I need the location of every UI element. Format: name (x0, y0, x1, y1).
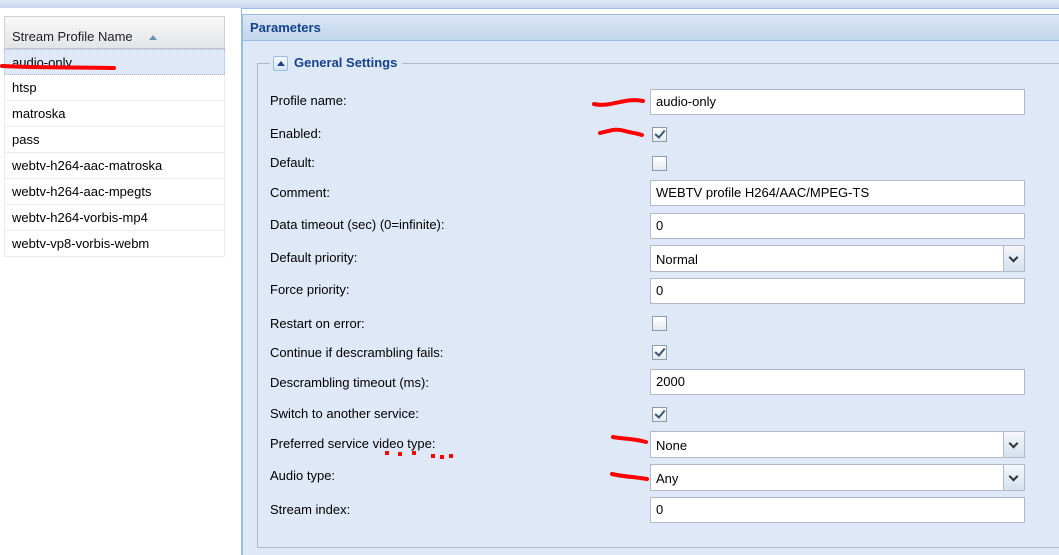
preferred-video-type-label: Preferred service video type: (270, 436, 436, 451)
parameters-header: Parameters (243, 14, 1059, 41)
fieldset-legend: General Settings (270, 54, 403, 74)
force-priority-input[interactable]: 0 (650, 278, 1025, 304)
switch-service-label: Switch to another service: (270, 406, 419, 421)
profile-name-label: Profile name: (270, 93, 347, 108)
switch-service-checkbox[interactable] (652, 407, 667, 422)
descrambling-timeout-input[interactable]: 2000 (650, 369, 1025, 395)
grid-row[interactable]: pass (4, 127, 225, 153)
row-label: matroska (12, 106, 66, 121)
row-label: pass (12, 132, 40, 147)
default-priority-label: Default priority: (270, 250, 358, 265)
comment-input[interactable]: WEBTV profile H264/AAC/MPEG-TS (650, 180, 1025, 206)
comment-label: Comment: (270, 185, 330, 200)
grid-row[interactable]: webtv-h264-vorbis-mp4 (4, 205, 225, 231)
grid-row[interactable]: webtv-h264-aac-matroska (4, 153, 225, 179)
data-timeout-input[interactable]: 0 (650, 213, 1025, 239)
row-label: webtv-h264-aac-mpegts (12, 184, 152, 199)
default-label: Default: (270, 155, 315, 170)
stream-index-label: Stream index: (270, 502, 351, 517)
audio-type-value: Any (656, 471, 679, 486)
grid-column-header[interactable]: Stream Profile Name (4, 16, 225, 49)
row-label: webtv-h264-vorbis-mp4 (12, 210, 148, 225)
chevron-down-icon[interactable] (1003, 246, 1024, 271)
grid-row[interactable]: webtv-vp8-vorbis-webm (4, 231, 225, 257)
chevron-down-icon[interactable] (1003, 465, 1024, 490)
enabled-label: Enabled: (270, 126, 322, 141)
collapse-toggle-icon[interactable] (273, 56, 288, 71)
descrambling-timeout-label: Descrambling timeout (ms): (270, 375, 429, 390)
data-timeout-label: Data timeout (sec) (0=infinite): (270, 217, 445, 232)
restart-on-error-checkbox[interactable] (652, 316, 667, 331)
audio-type-select[interactable]: Any (650, 464, 1025, 491)
grid-body: audio-only htsp matroska pass webtv-h264… (4, 49, 225, 257)
grid-row[interactable]: htsp (4, 75, 225, 101)
force-priority-label: Force priority: (270, 282, 350, 297)
chevron-down-icon[interactable] (1003, 432, 1024, 457)
stream-profile-grid: Stream Profile Name audio-only htsp matr… (0, 8, 242, 555)
enabled-checkbox[interactable] (652, 127, 667, 142)
profile-name-input[interactable]: audio-only (650, 89, 1025, 115)
continue-descrambling-checkbox[interactable] (652, 345, 667, 360)
row-label: audio-only (12, 55, 72, 70)
restart-on-error-label: Restart on error: (270, 316, 365, 331)
stream-index-input[interactable]: 0 (650, 497, 1025, 523)
grid-row[interactable]: matroska (4, 101, 225, 127)
row-label: webtv-h264-aac-matroska (12, 158, 163, 173)
sort-ascending-icon (149, 35, 157, 40)
preferred-video-type-select[interactable]: None (650, 431, 1025, 458)
continue-descrambling-label: Continue if descrambling fails: (270, 345, 444, 360)
grid-row[interactable]: webtv-h264-aac-mpegts (4, 179, 225, 205)
fieldset-title: General Settings (294, 55, 398, 70)
panel-title: Parameters (250, 20, 321, 35)
row-label: webtv-vp8-vorbis-webm (12, 236, 150, 251)
column-header-label: Stream Profile Name (12, 29, 133, 44)
default-priority-value: Normal (656, 252, 698, 267)
default-checkbox[interactable] (652, 156, 667, 171)
audio-type-label: Audio type: (270, 468, 336, 483)
row-label: htsp (12, 80, 37, 95)
preferred-video-type-value: None (656, 438, 688, 453)
grid-row[interactable]: audio-only (4, 49, 225, 75)
default-priority-select[interactable]: Normal (650, 245, 1025, 272)
